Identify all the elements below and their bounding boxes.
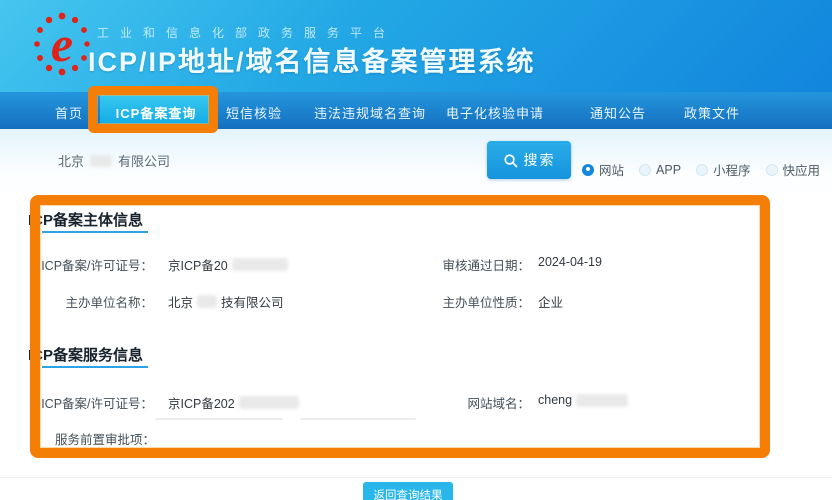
nav-item-e-verify-apply[interactable]: 电子化核验申请 xyxy=(446,103,544,122)
footer-divider xyxy=(0,477,832,478)
domain-value: cheng xyxy=(538,393,628,407)
redacted-org-name xyxy=(197,295,217,308)
subject-section-title: ICP备案主体信息 xyxy=(28,209,143,230)
domain-label: 网站域名： xyxy=(440,393,530,412)
faint-underline xyxy=(155,418,283,420)
redacted-service-license xyxy=(239,396,299,409)
approve-date-label: 审核通过日期： xyxy=(430,255,530,274)
back-to-results-button[interactable]: 返回查询结果 xyxy=(363,482,453,500)
org-type-value: 企业 xyxy=(538,292,563,311)
faint-underline xyxy=(300,418,416,420)
svg-text:e: e xyxy=(51,16,73,72)
nav-item-home[interactable]: 首页 xyxy=(55,103,83,122)
org-name-value: 北京 技有限公司 xyxy=(168,292,284,311)
site-title: ICP/IP地址/域名信息备案管理系统 xyxy=(88,40,536,79)
radio-selected-icon xyxy=(582,164,594,176)
radio-unselected-icon xyxy=(639,164,651,176)
service-license-text: 京ICP备202 xyxy=(168,393,235,412)
nav-item-icp-query-active-tab[interactable]: ICP备案查询 xyxy=(100,92,212,129)
service-section-title: ICP备案服务信息 xyxy=(28,344,143,365)
subject-license-text: 京ICP备20 xyxy=(168,255,228,274)
search-query-suffix: 有限公司 xyxy=(118,151,170,170)
search-input[interactable]: 北京 有限公司 xyxy=(58,151,170,170)
search-type-miniprogram-label: 小程序 xyxy=(713,160,751,179)
search-button-label: 搜索 xyxy=(524,150,556,170)
nav-item-icp-query[interactable]: ICP备案查询 xyxy=(100,103,212,122)
search-type-app-label: APP xyxy=(656,163,681,177)
header-banner: e 工业和信息化部政务服务平台 ICP/IP地址/域名信息备案管理系统 xyxy=(0,0,832,92)
main-nav: 首页 ICP备案查询 短信核验 违法违规域名查询 电子化核验申请 通知公告 政策… xyxy=(0,92,832,129)
subject-title-underline xyxy=(42,231,148,233)
org-name-prefix: 北京 xyxy=(168,292,193,311)
nav-item-sms-verify[interactable]: 短信核验 xyxy=(226,103,282,122)
org-name-suffix: 技有限公司 xyxy=(221,292,284,311)
org-type-label: 主办单位性质： xyxy=(430,292,530,311)
search-query-prefix: 北京 xyxy=(58,151,84,170)
redacted-license-number xyxy=(232,258,288,271)
result-detail-panel: ICP备案主体信息 ICP备案/许可证号： 京ICP备20 审核通过日期： 20… xyxy=(0,191,832,500)
subject-license-value: 京ICP备20 xyxy=(168,255,288,274)
approve-date-value: 2024-04-19 xyxy=(538,255,602,269)
search-type-website-label: 网站 xyxy=(599,160,624,179)
nav-item-policy-docs[interactable]: 政策文件 xyxy=(684,103,740,122)
page: e 工业和信息化部政务服务平台 ICP/IP地址/域名信息备案管理系统 首页 I… xyxy=(0,0,832,500)
nav-item-notices[interactable]: 通知公告 xyxy=(590,103,646,122)
service-license-value: 京ICP备202 xyxy=(168,393,299,412)
pre-approval-label: 服务前置审批项： xyxy=(40,429,155,448)
service-title-underline xyxy=(42,366,148,368)
redacted-query-text xyxy=(90,155,112,167)
search-type-quickapp[interactable]: 快应用 xyxy=(766,160,821,179)
org-name-label: 主办单位名称： xyxy=(40,292,153,311)
service-license-label: ICP备案/许可证号： xyxy=(40,393,153,412)
search-bar: 北京 有限公司 搜索 网站 APP 小程序 xyxy=(0,129,832,191)
search-type-miniprogram[interactable]: 小程序 xyxy=(696,160,751,179)
search-type-quickapp-label: 快应用 xyxy=(783,160,821,179)
redacted-domain xyxy=(576,394,628,407)
radio-unselected-icon xyxy=(766,164,778,176)
subject-license-label: ICP备案/许可证号： xyxy=(40,255,153,274)
platform-label: 工业和信息化部政务服务平台 xyxy=(97,24,396,41)
search-type-options: 网站 APP 小程序 快应用 xyxy=(582,160,820,179)
domain-text: cheng xyxy=(538,393,572,407)
radio-unselected-icon xyxy=(696,164,708,176)
search-icon xyxy=(503,153,518,168)
search-type-app[interactable]: APP xyxy=(639,163,681,177)
search-button[interactable]: 搜索 xyxy=(487,141,571,179)
nav-item-illegal-domain-query[interactable]: 违法违规域名查询 xyxy=(314,103,426,122)
miit-icp-logo-icon: e xyxy=(28,6,96,86)
search-type-website[interactable]: 网站 xyxy=(582,160,624,179)
